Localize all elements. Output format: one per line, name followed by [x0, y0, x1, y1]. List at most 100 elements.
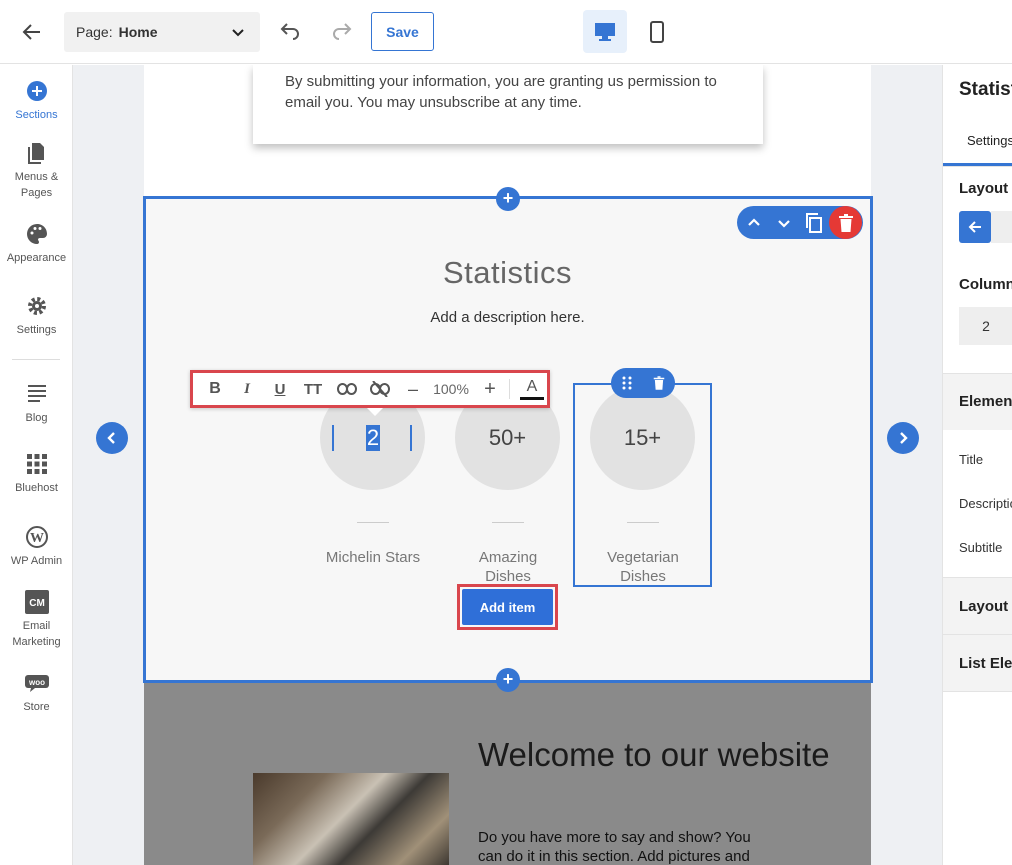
svg-text:W: W: [30, 531, 44, 546]
top-bar: Page: Home Save: [0, 0, 1012, 64]
stat-label-vegetarian[interactable]: Vegetarian Dishes: [578, 548, 708, 586]
elements-header-block[interactable]: Elements: [943, 374, 1012, 430]
statistics-title[interactable]: Statistics: [73, 255, 942, 291]
sidebar-item-menus-pages[interactable]: Menus & Pages: [0, 141, 73, 201]
layout-left-button[interactable]: [959, 211, 991, 243]
list-elements-header-block[interactable]: List Elements: [943, 635, 1012, 691]
wordpress-icon: W: [25, 526, 48, 548]
sidebar-item-email-marketing[interactable]: CM Email Marketing: [0, 590, 73, 650]
drag-handle-icon[interactable]: [617, 373, 637, 393]
stat-divider: [357, 522, 389, 523]
element-subtitle-row[interactable]: Subtitle: [959, 540, 1002, 555]
back-arrow-icon[interactable]: [20, 20, 44, 44]
link-icon: [337, 383, 357, 395]
element-title-row[interactable]: Title: [959, 452, 983, 467]
sidebar-item-bluehost[interactable]: Bluehost: [0, 452, 73, 496]
stat-label-vegetarian-text: Vegetarian Dishes: [607, 549, 679, 585]
redo-icon[interactable]: [330, 20, 354, 44]
next-section-button[interactable]: [887, 422, 919, 454]
zoom-out-button[interactable]: –: [403, 378, 423, 400]
unlink-icon: [370, 381, 390, 397]
add-section-above-button[interactable]: +: [496, 187, 520, 211]
sidebar-item-label: Appearance: [6, 252, 67, 264]
welcome-section[interactable]: Welcome to our website Do you have more …: [144, 683, 871, 865]
sidebar-item-sections[interactable]: Sections: [0, 79, 73, 123]
italic-button[interactable]: I: [237, 378, 257, 400]
tab-settings[interactable]: Settings: [967, 133, 1012, 148]
sidebar-item-label: Sections: [15, 109, 58, 121]
sidebar-item-label: Menus & Pages: [14, 171, 59, 199]
layout2-heading: Layout: [959, 598, 1009, 615]
stat-value-editor[interactable]: 2: [332, 425, 412, 451]
sidebar-item-settings[interactable]: Settings: [0, 294, 73, 338]
text-cursor-left: [332, 425, 334, 451]
form-disclaimer-card: By submitting your information, you are …: [253, 65, 763, 144]
chevron-left-icon: [107, 432, 115, 444]
stat-label-dishes-text: Amazing Dishes: [478, 549, 538, 585]
sidebar-item-label: WP Admin: [10, 555, 63, 567]
stat-value-dishes: 50+: [488, 424, 527, 450]
text-format-toolbar: B I U TT – 100% + A: [190, 370, 550, 408]
underline-button[interactable]: U: [270, 378, 290, 400]
undo-icon[interactable]: [278, 20, 302, 44]
stat-label-michelin[interactable]: Michelin Stars: [308, 548, 438, 567]
chevron-right-icon: [900, 432, 908, 444]
welcome-text: Do you have more to say and show? You ca…: [478, 829, 751, 865]
elements-heading: Elements: [959, 393, 1012, 410]
sidebar-item-blog[interactable]: Blog: [0, 382, 73, 426]
stat-circle-vegetarian[interactable]: 15+: [590, 385, 695, 490]
link-button[interactable]: [335, 378, 359, 400]
zoom-in-button[interactable]: +: [480, 378, 500, 400]
panel-title: Statistics: [959, 79, 1012, 100]
mobile-icon: [650, 20, 664, 43]
add-item-button[interactable]: Add item: [462, 589, 553, 625]
stat-divider: [492, 522, 524, 523]
layout-header-block[interactable]: Layout: [943, 578, 1012, 634]
sidebar-item-label: Bluehost: [15, 482, 58, 494]
move-up-icon[interactable]: [741, 210, 767, 236]
bold-button[interactable]: B: [205, 378, 225, 400]
delete-section-button[interactable]: [829, 206, 862, 239]
stat-value-selected[interactable]: 2: [366, 425, 380, 451]
text-color-button[interactable]: A: [520, 378, 544, 400]
prev-section-button[interactable]: [96, 422, 128, 454]
mobile-view-button[interactable]: [640, 10, 674, 53]
text-color-letter: A: [526, 377, 538, 395]
columns-value[interactable]: 2: [959, 307, 1012, 345]
pages-icon: [27, 143, 44, 164]
element-description-row[interactable]: Description: [959, 496, 1012, 511]
save-button[interactable]: Save: [371, 12, 434, 51]
stat-value-vegetarian: 15+: [623, 424, 662, 450]
page-select-label: Page:: [76, 24, 113, 40]
desktop-view-button[interactable]: [583, 10, 627, 53]
welcome-title: Welcome to our website: [478, 736, 830, 773]
sidebar-item-label: Store: [23, 701, 50, 713]
desktop-icon: [595, 22, 615, 41]
unlink-button[interactable]: [368, 378, 392, 400]
font-size-button[interactable]: TT: [301, 378, 325, 400]
stat-label-dishes[interactable]: Amazing Dishes: [443, 548, 573, 586]
trash-icon: [838, 213, 853, 232]
toolbar-pointer: [367, 408, 383, 416]
text-color-swatch: [520, 396, 544, 400]
cm-icon: CM: [24, 590, 49, 614]
columns-heading: Columns: [959, 276, 1012, 293]
add-section-below-button[interactable]: +: [496, 668, 520, 692]
delete-item-icon[interactable]: [649, 373, 669, 393]
grid-icon: [26, 454, 47, 474]
statistics-description[interactable]: Add a description here.: [73, 309, 942, 326]
restaurant-image: [253, 773, 449, 865]
page-select-value: Home: [118, 24, 158, 40]
sidebar-item-label: Settings: [16, 324, 57, 336]
sidebar-item-label: Blog: [25, 412, 48, 424]
sidebar-item-appearance[interactable]: Appearance: [0, 222, 73, 266]
duplicate-icon[interactable]: [801, 210, 827, 236]
text-cursor-right: [410, 425, 412, 451]
layout-heading: Layout: [959, 180, 1009, 197]
panel-divider: [943, 166, 1012, 167]
sidebar-item-store[interactable]: woo Store: [0, 671, 73, 715]
sidebar-item-wp-admin[interactable]: W WP Admin: [0, 525, 73, 569]
move-down-icon[interactable]: [771, 210, 797, 236]
panel-divider: [943, 691, 1012, 692]
page-select[interactable]: Page: Home: [64, 12, 260, 52]
